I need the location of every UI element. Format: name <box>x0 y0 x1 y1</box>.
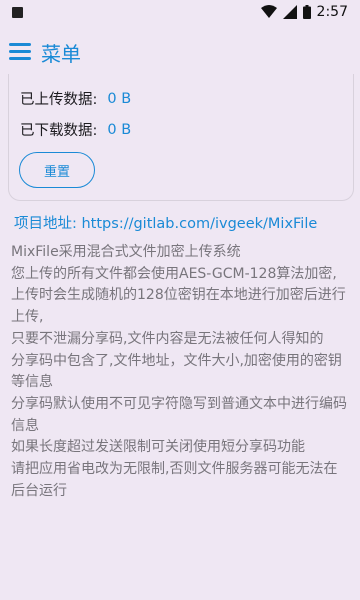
status-bar: 2:57 <box>0 0 360 24</box>
description-line: 如果长度超过发送限制可关闭使用短分享码功能 <box>11 439 305 456</box>
status-right: 2:57 <box>260 3 348 21</box>
description-line: 只要不泄漏分享码,文件内容是无法被任何人得知的 <box>11 330 324 347</box>
app-bar: 菜单 <box>0 24 360 80</box>
upload-value: 0 B <box>107 90 132 107</box>
description-line: MixFile采用混合式文件加密上传系统 <box>11 244 241 260</box>
upload-label: 已上传数据: <box>20 92 98 108</box>
download-row: 已下载数据: 0 B <box>20 119 131 140</box>
stats-card: 已上传数据: 0 B 已下载数据: 0 B 重置 <box>8 74 354 201</box>
project-link[interactable]: 项目地址: https://gitlab.com/ivgeek/MixFile <box>14 212 317 233</box>
description-line: 上传时会生成随机的128位密钥在本地进行加密后进行上传, <box>11 287 346 326</box>
upload-row: 已上传数据: 0 B <box>20 88 131 109</box>
signal-icon <box>282 5 297 19</box>
notification-icon <box>12 7 23 18</box>
description-line: 您上传的所有文件都会使用AES-GCM-128算法加密, <box>11 265 337 282</box>
description-text: MixFile采用混合式文件加密上传系统 您上传的所有文件都会使用AES-GCM… <box>11 242 351 502</box>
reset-button[interactable]: 重置 <box>19 152 95 188</box>
battery-icon <box>302 5 311 19</box>
menu-icon[interactable] <box>9 43 31 61</box>
app-bar-title: 菜单 <box>41 41 81 66</box>
description-line: 分享码默认使用不可见字符隐写到普通文本中进行编码信息 <box>11 395 347 434</box>
download-label: 已下载数据: <box>20 123 98 139</box>
description-line: 请把应用省电改为无限制,否则文件服务器可能无法在后台运行 <box>11 461 338 499</box>
description-line: 分享码中包含了,文件地址，文件大小,加密使用的密钥等信息 <box>11 352 342 391</box>
status-time: 2:57 <box>316 4 348 20</box>
wifi-icon <box>260 5 277 18</box>
download-value: 0 B <box>107 121 132 138</box>
